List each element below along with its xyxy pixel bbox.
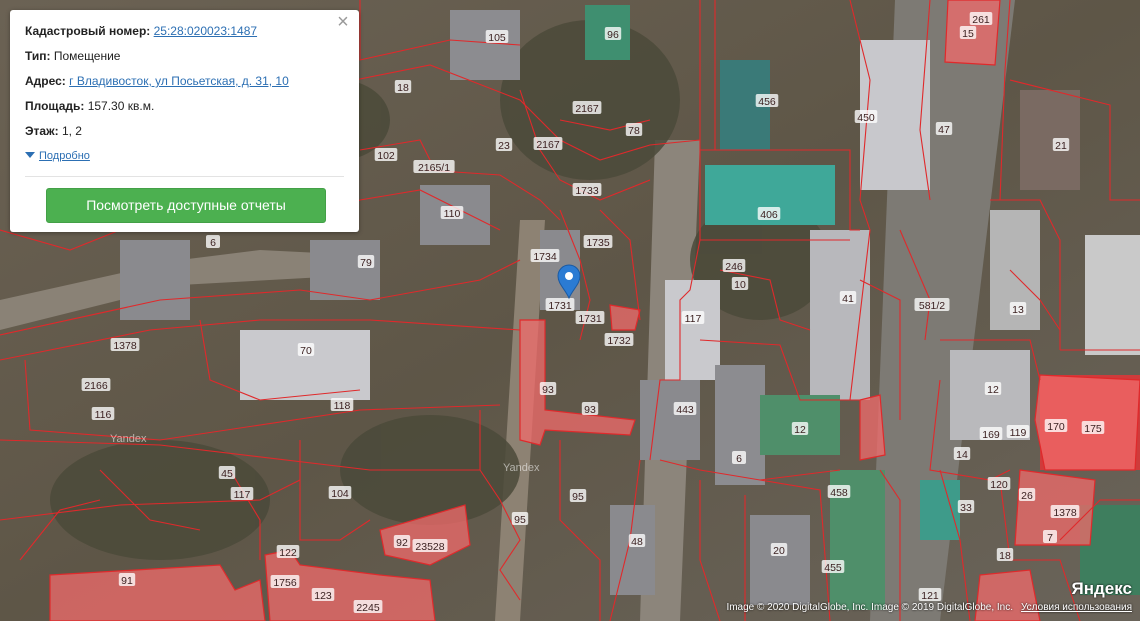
floor-label: Этаж: [25, 124, 59, 138]
divider [25, 176, 344, 177]
parcel-label[interactable]: 18 [397, 82, 409, 94]
parcel-label[interactable]: 2245 [356, 602, 380, 614]
parcel-label[interactable]: 1732 [607, 335, 631, 347]
parcel-label[interactable]: 110 [444, 208, 461, 220]
parcel-label[interactable]: 581/2 [919, 300, 945, 312]
parcel-label[interactable]: 1731 [548, 300, 572, 312]
parcel-label[interactable]: 7 [1047, 532, 1053, 544]
map-watermark: Yandex [110, 433, 147, 445]
parcel-label[interactable]: 6 [736, 453, 742, 465]
parcel-label[interactable]: 1735 [586, 237, 610, 249]
address-link[interactable]: г Владивосток, ул Посьетская, д. 31, 10 [69, 74, 289, 88]
parcel-label[interactable]: 1378 [1053, 507, 1077, 519]
parcel-label[interactable]: 18 [999, 550, 1011, 562]
parcel-label[interactable]: 10 [734, 279, 746, 291]
parcel-label[interactable]: 117 [234, 489, 251, 501]
parcel-label[interactable]: 119 [1010, 427, 1027, 439]
parcel-label[interactable]: 96 [607, 29, 619, 41]
parcel-label[interactable]: 91 [121, 575, 133, 587]
parcel-label[interactable]: 70 [300, 345, 312, 357]
type-value: Помещение [53, 49, 121, 63]
parcel-label[interactable]: 123 [314, 590, 332, 602]
parcel-label[interactable]: 95 [514, 514, 526, 526]
floor-row: Этаж: 1, 2 [25, 124, 82, 138]
parcel-label[interactable]: 41 [842, 293, 854, 305]
parcel-label[interactable]: 246 [725, 261, 743, 273]
parcel-label[interactable]: 23528 [415, 541, 444, 553]
close-icon[interactable]: × [335, 12, 351, 32]
parcel-label[interactable]: 118 [334, 400, 351, 412]
parcel-label[interactable]: 169 [982, 429, 1000, 441]
parcel-label[interactable]: 93 [584, 404, 596, 416]
area-value: 157.30 кв.м. [87, 99, 155, 113]
parcel-label[interactable]: 48 [631, 536, 643, 548]
parcel-label[interactable]: 1731 [578, 313, 602, 325]
view-reports-button[interactable]: Посмотреть доступные отчеты [46, 188, 326, 223]
parcel-label[interactable]: 122 [279, 547, 297, 559]
parcel-label[interactable]: 47 [938, 124, 950, 136]
parcel-label[interactable]: 12 [794, 424, 806, 436]
parcel-label[interactable]: 1733 [575, 185, 599, 197]
parcel-label[interactable]: 14 [956, 449, 968, 461]
terms-link[interactable]: Условия использования [1021, 602, 1132, 613]
parcel-label[interactable]: 33 [960, 502, 972, 514]
parcel-label[interactable]: 6 [210, 237, 216, 249]
parcel-label[interactable]: 456 [758, 96, 776, 108]
parcel-label[interactable]: 175 [1084, 423, 1102, 435]
parcel-label[interactable]: 406 [760, 209, 778, 221]
parcel-label[interactable]: 102 [377, 150, 395, 162]
parcel-label[interactable]: 93 [542, 384, 554, 396]
parcel-label[interactable]: 450 [857, 112, 875, 124]
parcel-label[interactable]: 2166 [84, 380, 108, 392]
parcel-label[interactable]: 1378 [113, 340, 137, 352]
parcel-label[interactable]: 95 [572, 491, 584, 503]
parcel-label[interactable]: 120 [990, 479, 1008, 491]
parcel-label[interactable]: 23 [498, 140, 510, 152]
parcel-label[interactable]: 443 [676, 404, 694, 416]
type-row: Тип: Помещение [25, 49, 120, 63]
parcel-label[interactable]: 15 [962, 28, 974, 40]
parcel-label[interactable]: 261 [972, 14, 990, 26]
parcel-label[interactable]: 455 [824, 562, 842, 574]
cadastral-info-popup: × Кадастровый номер: 25:28:020023:1487 Т… [10, 10, 359, 232]
parcel-label[interactable]: 26 [1021, 490, 1033, 502]
parcel-label[interactable]: 2165/1 [418, 162, 450, 174]
parcel-label[interactable]: 45 [221, 468, 233, 480]
details-link[interactable]: Подробно [39, 150, 90, 162]
parcel-label[interactable]: 12 [987, 384, 999, 396]
area-label: Площадь: [25, 99, 85, 113]
parcel-label[interactable]: 458 [830, 487, 848, 499]
parcel-label[interactable]: 1734 [533, 251, 557, 263]
address-row: Адрес: г Владивосток, ул Посьетская, д. … [25, 74, 289, 88]
cadastral-number-label: Кадастровый номер: [25, 24, 151, 38]
parcel-label[interactable]: 92 [396, 537, 408, 549]
parcel-label[interactable]: 105 [488, 32, 506, 44]
parcel-label[interactable]: 1756 [273, 577, 297, 589]
parcel-label[interactable]: 21 [1055, 140, 1067, 152]
map-copyright: Image © 2020 DigitalGlobe, Inc. Image © … [726, 602, 1132, 613]
parcel-label[interactable]: 78 [628, 125, 640, 137]
map-watermark: Yandex [503, 462, 540, 474]
address-label: Адрес: [25, 74, 66, 88]
area-row: Площадь: 157.30 кв.м. [25, 99, 154, 113]
parcel-label[interactable]: 2167 [575, 103, 599, 115]
parcel-label[interactable]: 170 [1047, 421, 1065, 433]
type-label: Тип: [25, 49, 51, 63]
parcel-label[interactable]: 104 [331, 488, 349, 500]
yandex-logo: Яндекс [1071, 579, 1132, 598]
parcel-label[interactable]: 117 [685, 313, 702, 325]
cadastral-number-link[interactable]: 25:28:020023:1487 [154, 24, 257, 38]
parcel-label[interactable]: 121 [921, 590, 939, 602]
chevron-down-icon [25, 152, 35, 158]
parcel-label[interactable]: 79 [360, 257, 372, 269]
floor-value: 1, 2 [61, 124, 82, 138]
parcel-label[interactable]: 20 [773, 545, 785, 557]
copyright-text: Image © 2020 DigitalGlobe, Inc. Image © … [726, 602, 1013, 613]
parcel-label[interactable]: 116 [95, 409, 112, 421]
details-toggle[interactable]: Подробно [25, 150, 90, 162]
parcel-label[interactable]: 2167 [536, 139, 560, 151]
cadastral-number-row: Кадастровый номер: 25:28:020023:1487 [25, 24, 257, 38]
parcel-label[interactable]: 13 [1012, 304, 1024, 316]
